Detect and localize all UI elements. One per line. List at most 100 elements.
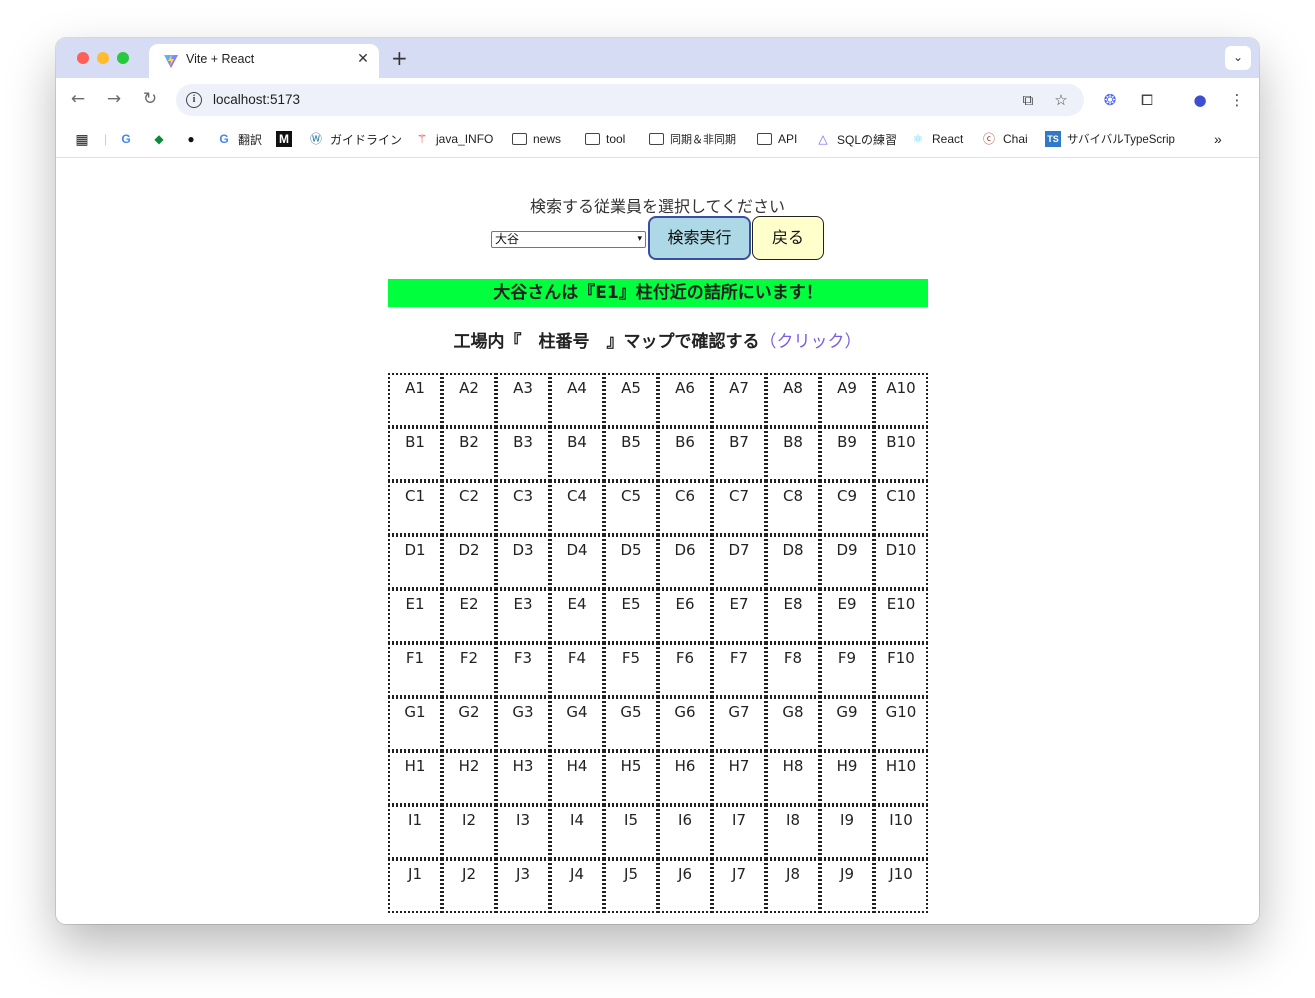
- profile-avatar-icon[interactable]: ●: [1189, 89, 1211, 111]
- google-icon: G: [219, 132, 229, 146]
- apps-grid-icon[interactable]: ▦: [74, 130, 90, 148]
- bookmark-guideline[interactable]: Ⓦ ガイドライン: [308, 130, 402, 148]
- bookmark-m[interactable]: M: [276, 130, 292, 148]
- tab-vite-react[interactable]: Vite + React ✕: [149, 44, 379, 78]
- grid-cell: H1: [388, 751, 442, 805]
- bookmark-label: React: [932, 132, 964, 146]
- grid-cell: I2: [442, 805, 496, 859]
- map-link[interactable]: （クリック）: [760, 332, 862, 352]
- grid-cell: C10: [874, 481, 928, 535]
- grid-cell: C1: [388, 481, 442, 535]
- folder-icon: [757, 133, 772, 145]
- url-text: localhost:5173: [213, 92, 301, 107]
- grid-cell: C4: [550, 481, 604, 535]
- grid-cell: A8: [766, 373, 820, 427]
- address-bar[interactable]: i localhost:5173 ⧉ ☆: [176, 84, 1084, 116]
- pillar-grid: A1 A2 A3 A4 A5 A6 A7 A8 A9 A10 B1 B2 B3 B4 B5 B6 B7 B8 B9 B…: [388, 373, 928, 913]
- grid-cell: A6: [658, 373, 712, 427]
- new-tab-icon[interactable]: +: [391, 48, 408, 68]
- chai-icon: ⓒ: [982, 132, 995, 146]
- ts-icon: TS: [1045, 131, 1061, 147]
- bookmark-java-info[interactable]: ⚚ java_INFO: [414, 130, 494, 148]
- site-info-icon[interactable]: i: [186, 92, 202, 108]
- search-button[interactable]: 検索実行: [648, 216, 751, 260]
- grid-cell: B9: [820, 427, 874, 481]
- grid-cell: C2: [442, 481, 496, 535]
- bookmark-chai[interactable]: ⓒ Chai: [981, 130, 1028, 148]
- grid-cell: E4: [550, 589, 604, 643]
- bookmark-diamond[interactable]: ◆: [151, 130, 167, 148]
- browser-window: Vite + React ✕ + ⌄ ← → ↻ i localhost:517…: [56, 38, 1259, 924]
- grid-cell: C6: [658, 481, 712, 535]
- grid-cell: D1: [388, 535, 442, 589]
- close-tab-icon[interactable]: ✕: [355, 51, 371, 67]
- grid-cell: F7: [712, 643, 766, 697]
- grid-cell: I10: [874, 805, 928, 859]
- bookmark-folder-api[interactable]: API: [757, 130, 797, 148]
- grid-cell: G9: [820, 697, 874, 751]
- grid-cell: E1: [388, 589, 442, 643]
- bookmark-label: ガイドライン: [330, 132, 403, 147]
- bookmark-translate[interactable]: G 翻訳: [216, 130, 262, 148]
- grid-cell: B6: [658, 427, 712, 481]
- extension-swirl-icon[interactable]: ❂: [1099, 89, 1121, 111]
- zoom-window-button[interactable]: [117, 52, 129, 64]
- grid-cell: C5: [604, 481, 658, 535]
- grid-cell: D7: [712, 535, 766, 589]
- close-window-button[interactable]: [77, 52, 89, 64]
- grid-cell: D10: [874, 535, 928, 589]
- grid-cell: G1: [388, 697, 442, 751]
- grid-cell: F3: [496, 643, 550, 697]
- extensions-puzzle-icon[interactable]: ⧠: [1136, 89, 1158, 111]
- bookmark-star-icon[interactable]: ☆: [1051, 90, 1071, 110]
- bookmark-react[interactable]: ⚛ React: [910, 130, 964, 148]
- translate-icon[interactable]: ⧉: [1018, 90, 1038, 110]
- grid-cell: H7: [712, 751, 766, 805]
- grid-cell: J10: [874, 859, 928, 913]
- bookmark-folder-sync[interactable]: 同期＆非同期: [649, 130, 736, 148]
- bookmark-sql[interactable]: △ SQLの練習: [815, 130, 897, 148]
- grid-cell: F9: [820, 643, 874, 697]
- grid-cell: A7: [712, 373, 766, 427]
- grid-cell: G5: [604, 697, 658, 751]
- grid-cell: B1: [388, 427, 442, 481]
- grid-cell: E8: [766, 589, 820, 643]
- grid-cell: E7: [712, 589, 766, 643]
- grid-cell: A10: [874, 373, 928, 427]
- bookmark-label: 同期＆非同期: [670, 134, 736, 146]
- grid-cell: F2: [442, 643, 496, 697]
- grid-cell: J4: [550, 859, 604, 913]
- more-bookmarks-chevron-icon[interactable]: »: [1214, 130, 1222, 148]
- grid-cell: G4: [550, 697, 604, 751]
- tab-search-chevron-icon[interactable]: ⌄: [1225, 46, 1251, 70]
- back-arrow-icon[interactable]: ←: [67, 88, 89, 110]
- grid-cell: I3: [496, 805, 550, 859]
- back-button[interactable]: 戻る: [752, 216, 824, 260]
- grid-cell: A9: [820, 373, 874, 427]
- grid-cell: A5: [604, 373, 658, 427]
- grid-cell: G3: [496, 697, 550, 751]
- bookmark-label: 翻訳: [238, 132, 263, 147]
- grid-cell: J6: [658, 859, 712, 913]
- grid-cell: I6: [658, 805, 712, 859]
- grid-cell: H8: [766, 751, 820, 805]
- forward-arrow-icon[interactable]: →: [103, 88, 125, 110]
- bookmark-github[interactable]: ●: [183, 130, 199, 148]
- bookmark-folder-news[interactable]: news: [512, 130, 561, 148]
- grid-cell: A4: [550, 373, 604, 427]
- reload-icon[interactable]: ↻: [139, 88, 161, 110]
- tab-title: Vite + React: [186, 52, 255, 66]
- folder-icon: [649, 133, 664, 145]
- minimize-window-button[interactable]: [97, 52, 109, 64]
- grid-cell: H9: [820, 751, 874, 805]
- bookmark-google[interactable]: G: [118, 130, 134, 148]
- employee-select[interactable]: 大谷 ▾: [491, 231, 646, 248]
- grid-cell: A2: [442, 373, 496, 427]
- grid-cell: H5: [604, 751, 658, 805]
- grid-cell: C7: [712, 481, 766, 535]
- chevron-down-icon: ▾: [637, 234, 642, 244]
- bookmark-folder-tool[interactable]: tool: [585, 130, 625, 148]
- grid-cell: C9: [820, 481, 874, 535]
- bookmark-typescript[interactable]: TS サバイバルTypeScrip: [1045, 130, 1175, 148]
- menu-kebab-icon[interactable]: ⋮: [1226, 89, 1248, 111]
